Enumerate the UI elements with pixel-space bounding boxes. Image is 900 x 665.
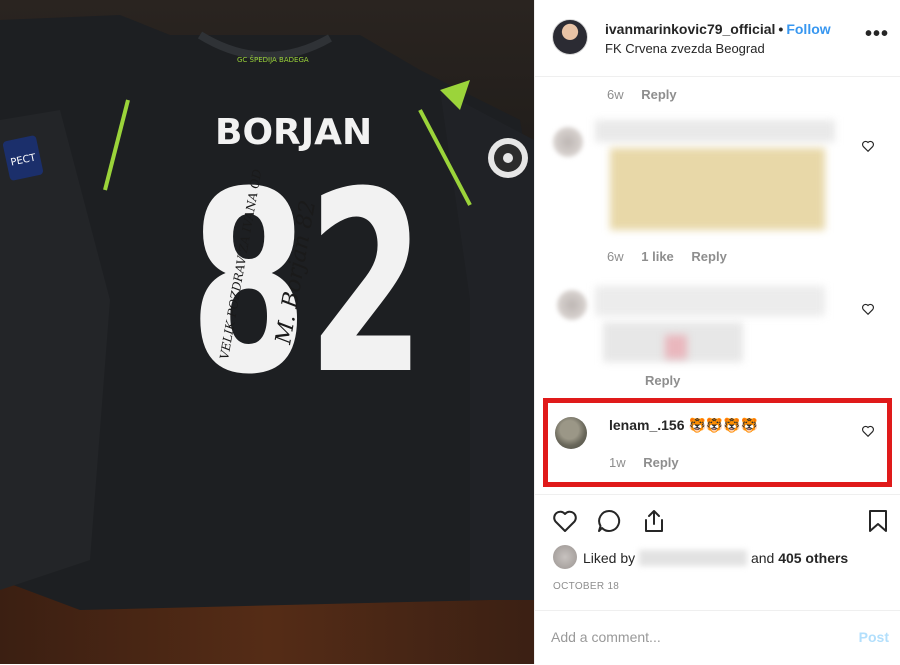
collar-text: GC ŠPEDIJA BADEGA [237,55,309,64]
blurred-comment-text [595,120,835,142]
like-comment-icon[interactable] [861,139,875,153]
share-icon[interactable] [641,508,667,534]
blurred-comment-text [595,286,825,316]
comment-likes[interactable]: 1 like [641,249,674,264]
jersey-illustration: GC ŠPEDIJA BADEGA PECT BORJAN 82 VELIK P… [0,15,534,610]
author-line: ivanmarinkovic79_official • Follow [605,21,831,37]
bookmark-icon[interactable] [865,508,891,534]
post-date[interactable]: OCTOBER 18 [553,581,619,592]
heart-icon[interactable] [552,508,578,534]
comment-icon[interactable] [596,508,622,534]
divider [535,494,900,495]
reply-button[interactable]: Reply [641,87,676,102]
comment-meta: 1w Reply [609,455,693,470]
reply-button[interactable]: Reply [645,373,680,388]
likes-count-link[interactable]: 405 others [778,550,848,566]
reply-button[interactable]: Reply [643,455,678,470]
comment-emojis: 🐯🐯🐯🐯 [688,418,759,434]
like-comment-icon[interactable] [861,424,875,438]
add-comment-bar: Post [535,610,900,665]
comment-time: 6w [607,87,624,102]
author-username[interactable]: ivanmarinkovic79_official [605,21,775,37]
blurred-emoji [665,335,687,359]
comment-time: 6w [607,249,624,264]
post-location[interactable]: FK Crvena zvezda Beograd [605,41,765,56]
player-number: 82 [190,138,425,429]
liked-by-and: and [750,550,775,566]
post-photo[interactable]: GC ŠPEDIJA BADEGA PECT BORJAN 82 VELIK P… [0,0,534,664]
liked-by-avatar[interactable] [553,545,577,569]
follow-button[interactable]: Follow [786,21,830,37]
comment-meta: Reply [645,373,694,388]
author-avatar[interactable] [552,19,588,55]
reply-button[interactable]: Reply [691,249,726,264]
comment-username[interactable]: lenam_.156 [609,417,685,433]
more-horizontal-icon[interactable]: ••• [865,24,888,46]
liked-by-prefix: Liked by [583,550,636,566]
like-comment-icon[interactable] [861,302,875,316]
comment-avatar[interactable] [557,290,587,320]
blurred-comment-image [610,148,825,230]
liked-by-line: Liked by and 405 others [583,550,848,566]
comment-avatar[interactable] [555,417,587,449]
comment-body: lenam_.156 🐯🐯🐯🐯 [609,417,758,434]
separator-dot: • [778,21,784,37]
post-header: ivanmarinkovic79_official • Follow FK Crve… [535,0,900,77]
add-comment-input[interactable] [551,629,841,645]
blurred-liker-name[interactable] [639,550,748,566]
comment-meta: 6w 1 like Reply [607,249,741,264]
post-sidebar: ivanmarinkovic79_official • Follow FK Crve… [534,0,900,664]
comment-avatar[interactable] [553,127,583,157]
comment-time: 1w [609,455,626,470]
post-comment-button[interactable]: Post [859,629,889,645]
highlight-box [543,398,892,487]
comment-meta: 6w Reply [607,87,691,102]
